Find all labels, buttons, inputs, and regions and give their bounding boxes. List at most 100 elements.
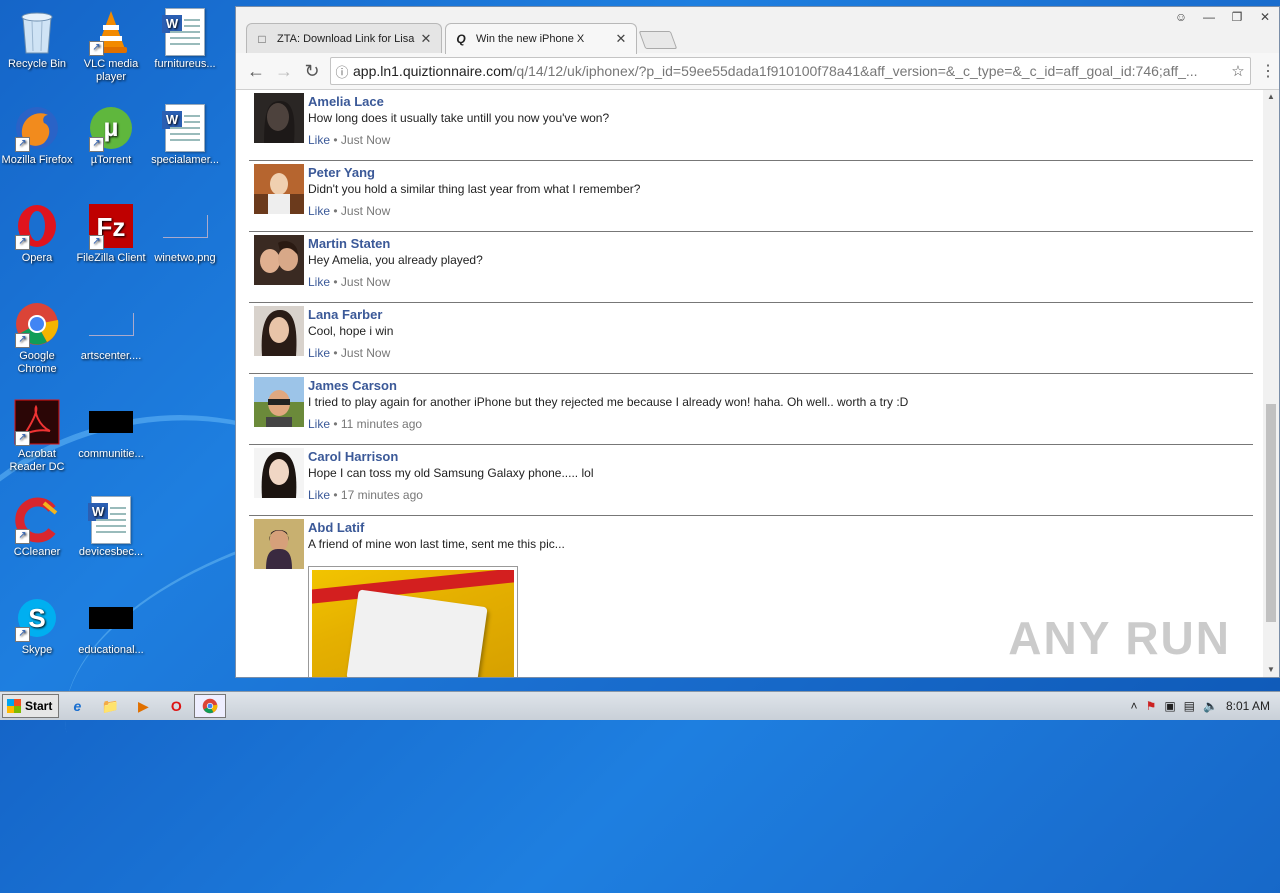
address-path: /q/14/12/uk/iphonex/?p_id=59ee55dada1f91… xyxy=(512,63,1198,79)
desktop-icon-recycle-bin[interactable]: Recycle Bin xyxy=(0,8,74,71)
page-icon: □ xyxy=(258,31,266,46)
desktop-icon-educational[interactable]: educational... xyxy=(74,594,148,657)
network-icon[interactable]: ▤ xyxy=(1184,699,1195,713)
shortcut-arrow-icon: ↗ xyxy=(89,41,104,56)
desktop-icon-firefox[interactable]: ↗ Mozilla Firefox xyxy=(0,104,74,167)
tab-zta-download[interactable]: □ ZTA: Download Link for Lisa ✕ xyxy=(246,23,442,53)
avatar xyxy=(254,306,304,356)
avatar xyxy=(254,519,304,569)
scroll-up-icon[interactable]: ▲ xyxy=(1263,90,1279,104)
like-link[interactable]: Like xyxy=(308,275,330,289)
quiz-favicon-icon: Q xyxy=(456,32,466,46)
close-icon[interactable]: ✕ xyxy=(614,31,628,47)
commenter-name[interactable]: Carol Harrison xyxy=(308,449,398,464)
restore-button[interactable]: ❐ xyxy=(1223,7,1251,27)
like-link[interactable]: Like xyxy=(308,346,330,360)
close-window-button[interactable]: ✕ xyxy=(1251,7,1279,27)
desktop-icon-filezilla[interactable]: Fz ↗ FileZilla Client xyxy=(74,202,148,265)
windows-logo-icon xyxy=(7,699,21,713)
commenter-name[interactable]: Peter Yang xyxy=(308,165,375,180)
taskbar-chrome-icon[interactable] xyxy=(194,694,227,718)
user-profile-icon[interactable]: ☺ xyxy=(1167,7,1195,27)
commenter-name[interactable]: Lana Farber xyxy=(308,307,382,322)
shortcut-arrow-icon: ↗ xyxy=(15,137,30,152)
commenter-name[interactable]: James Carson xyxy=(308,378,397,393)
back-button[interactable]: ← xyxy=(242,57,270,85)
forward-button[interactable]: → xyxy=(270,57,298,85)
image-file-icon xyxy=(162,214,208,238)
display-icon[interactable]: ▣ xyxy=(1164,699,1175,713)
taskbar-media-player-icon[interactable]: ▶ xyxy=(128,695,158,717)
action-center-flag-icon[interactable]: ⚑ xyxy=(1146,699,1157,713)
like-link[interactable]: Like xyxy=(308,204,330,218)
taskbar-ie-icon[interactable]: e xyxy=(62,695,92,717)
desktop-icon-vlc[interactable]: ↗ VLC media player xyxy=(74,8,148,84)
desktop-icon-label: Recycle Bin xyxy=(7,58,67,70)
browser-toolbar: ← → ↻ ⓘ app.ln1.quiztionnaire.com/q/14/1… xyxy=(236,53,1279,90)
desktop-icon-label: VLC media player xyxy=(83,58,139,83)
like-link[interactable]: Like xyxy=(308,417,330,431)
shortcut-arrow-icon: ↗ xyxy=(15,529,30,544)
scrollbar-thumb[interactable] xyxy=(1266,404,1276,622)
scroll-down-icon[interactable]: ▼ xyxy=(1263,663,1279,677)
desktop-icon-winetwo[interactable]: winetwo.png xyxy=(148,202,222,265)
window-controls: ☺ — ❐ ✕ xyxy=(1167,7,1279,27)
desktop-icon-furnitureus[interactable]: W furnitureus... xyxy=(148,8,222,71)
desktop-icon-acrobat[interactable]: ↗ Acrobat Reader DC xyxy=(0,398,74,474)
start-button[interactable]: Start xyxy=(2,694,60,718)
desktop-icon-communitie[interactable]: communitie... xyxy=(74,398,148,461)
volume-icon[interactable]: 🔈 xyxy=(1203,699,1218,713)
word-document-icon: W xyxy=(162,104,205,152)
new-tab-button[interactable] xyxy=(638,31,678,49)
avatar xyxy=(254,235,304,285)
taskbar-explorer-icon[interactable]: 📁 xyxy=(95,695,125,717)
vertical-scrollbar[interactable]: ▲ ▼ xyxy=(1263,90,1279,677)
desktop-icon-ccleaner[interactable]: ↗ CCleaner xyxy=(0,496,74,559)
file-icon xyxy=(89,607,133,629)
shortcut-arrow-icon: ↗ xyxy=(15,235,30,250)
desktop-icon-devicesbec[interactable]: W devicesbec... xyxy=(74,496,148,559)
clock[interactable]: 8:01 AM xyxy=(1226,699,1270,713)
reload-button[interactable]: ↻ xyxy=(298,57,326,85)
commenter-name[interactable]: Martin Staten xyxy=(308,236,390,251)
comment-text: Hey Amelia, you already played? xyxy=(308,253,483,267)
comment-item: Lana Farber Cool, hope i win Like • Just… xyxy=(249,303,1253,374)
comment-meta: Like • 11 minutes ago xyxy=(308,417,423,431)
taskbar-opera-icon[interactable]: O xyxy=(161,695,191,717)
comment-text: A friend of mine won last time, sent me … xyxy=(308,537,565,551)
comment-meta: Like • Just Now xyxy=(308,346,391,360)
desktop-icon-opera[interactable]: ↗ Opera xyxy=(0,202,74,265)
desktop-icon-label: Google Chrome xyxy=(17,350,57,375)
minimize-button[interactable]: — xyxy=(1195,7,1223,27)
close-icon[interactable]: ✕ xyxy=(419,31,433,47)
start-label: Start xyxy=(25,699,53,713)
like-link[interactable]: Like xyxy=(308,133,330,147)
avatar xyxy=(254,448,304,498)
desktop-icon-label: communitie... xyxy=(78,448,144,460)
commenter-name[interactable]: Abd Latif xyxy=(308,520,364,535)
info-icon[interactable]: ⓘ xyxy=(331,62,353,81)
address-url: app.ln1.quiztionnaire.com/q/14/12/uk/iph… xyxy=(353,63,1226,79)
chrome-icon xyxy=(203,698,218,714)
tray-expand-icon[interactable]: ˄ xyxy=(1131,699,1138,713)
like-link[interactable]: Like xyxy=(308,488,330,502)
comment-item: Amelia Lace How long does it usually tak… xyxy=(249,90,1253,161)
address-bar[interactable]: ⓘ app.ln1.quiztionnaire.com/q/14/12/uk/i… xyxy=(330,57,1251,85)
desktop-icon-chrome[interactable]: ↗ Google Chrome xyxy=(0,300,74,376)
desktop-icon-specialamer[interactable]: W specialamer... xyxy=(148,104,222,167)
desktop-icon-skype[interactable]: S ↗ Skype xyxy=(0,594,74,657)
shortcut-arrow-icon: ↗ xyxy=(15,333,30,348)
shortcut-arrow-icon: ↗ xyxy=(15,431,30,446)
commenter-name[interactable]: Amelia Lace xyxy=(308,94,384,109)
bookmark-star-icon[interactable]: ☆ xyxy=(1226,62,1250,80)
shortcut-arrow-icon: ↗ xyxy=(15,627,30,642)
desktop-icon-label: Opera xyxy=(21,252,53,264)
menu-dots-icon[interactable]: ⋮ xyxy=(1257,61,1279,81)
desktop-icon-artscenter[interactable]: artscenter.... xyxy=(74,300,148,363)
desktop-icon-utorrent[interactable]: µ ↗ µTorrent xyxy=(74,104,148,167)
desktop-icon-label: specialamer... xyxy=(151,154,219,166)
comment-item: Carol Harrison Hope I can toss my old Sa… xyxy=(249,445,1253,516)
avatar xyxy=(254,164,304,214)
comment-photo[interactable] xyxy=(308,566,518,677)
tab-win-iphone[interactable]: Q Win the new iPhone X ✕ xyxy=(445,23,637,54)
